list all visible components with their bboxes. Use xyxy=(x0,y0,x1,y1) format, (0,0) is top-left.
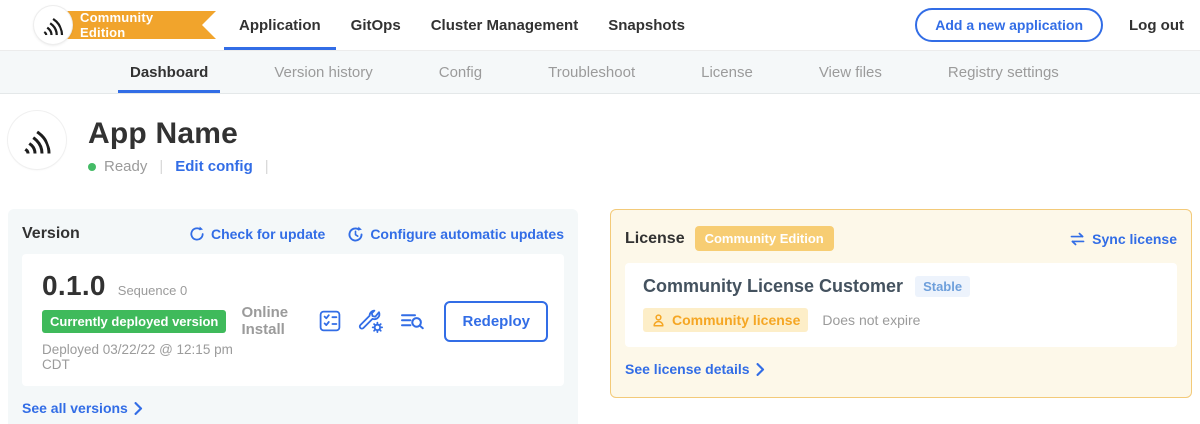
version-card-title: Version xyxy=(22,225,80,243)
app-status-row: Ready | Edit config | xyxy=(88,158,281,175)
check-for-update-label: Check for update xyxy=(211,226,325,242)
top-nav-links: Application GitOps Cluster Management Sn… xyxy=(224,0,700,50)
see-all-versions-label: See all versions xyxy=(22,400,128,416)
preflight-checks-icon[interactable] xyxy=(317,308,343,334)
ready-status-dot-icon xyxy=(88,163,96,171)
check-for-update-link[interactable]: Check for update xyxy=(189,226,325,242)
currently-deployed-badge: Currently deployed version xyxy=(42,310,226,333)
refresh-icon xyxy=(189,226,205,242)
dashboard-cards: Version Check for update xyxy=(8,209,1192,424)
tab-view-files[interactable]: View files xyxy=(807,51,894,93)
divider: | xyxy=(265,158,269,175)
see-all-versions-link[interactable]: See all versions xyxy=(22,400,143,416)
sequence-label: Sequence 0 xyxy=(118,283,187,298)
app-avatar xyxy=(8,111,66,169)
license-card-title: License xyxy=(625,230,685,248)
app-name-title: App Name xyxy=(88,117,281,151)
install-type-label: Online Install xyxy=(241,304,300,338)
license-card: License Community Edition Sync license xyxy=(610,209,1192,398)
sync-arrows-icon xyxy=(1069,232,1086,246)
redeploy-button[interactable]: Redeploy xyxy=(444,301,548,342)
current-version-box: 0.1.0 Sequence 0 Currently deployed vers… xyxy=(22,254,564,386)
deployed-timestamp: Deployed 03/22/22 @ 12:15 pm CDT xyxy=(42,342,241,372)
version-actions: Online Install xyxy=(241,301,548,342)
edit-config-link[interactable]: Edit config xyxy=(175,158,253,175)
top-nav: Community Edition Application GitOps Clu… xyxy=(0,0,1200,50)
top-nav-item-snapshots[interactable]: Snapshots xyxy=(593,0,700,50)
top-nav-right: Add a new application Log out xyxy=(915,8,1200,42)
add-new-application-button[interactable]: Add a new application xyxy=(915,8,1103,42)
app-sub-nav: Dashboard Version history Config Trouble… xyxy=(0,50,1200,94)
sync-license-label: Sync license xyxy=(1092,231,1177,247)
dashboard-main: App Name Ready | Edit config | Version xyxy=(0,94,1200,424)
version-card-header: Version Check for update xyxy=(22,225,564,243)
person-icon xyxy=(651,313,666,328)
see-license-details-link[interactable]: See license details xyxy=(625,361,765,377)
app-title-block: App Name Ready | Edit config | xyxy=(88,111,281,175)
top-nav-item-gitops[interactable]: GitOps xyxy=(336,0,416,50)
divider: | xyxy=(159,158,163,175)
brand: Community Edition xyxy=(0,0,216,50)
log-out-link[interactable]: Log out xyxy=(1129,17,1184,34)
app-header: App Name Ready | Edit config | xyxy=(8,111,1192,175)
view-logs-magnifier-icon[interactable] xyxy=(399,308,425,334)
tab-license[interactable]: License xyxy=(689,51,765,93)
customer-name: Community License Customer xyxy=(643,276,903,297)
configure-automatic-updates-label: Configure automatic updates xyxy=(370,226,564,242)
app-status-label: Ready xyxy=(104,158,147,175)
clock-refresh-icon xyxy=(347,226,364,243)
community-license-badge: Community license xyxy=(643,308,808,332)
license-card-actions: Sync license xyxy=(1069,231,1177,247)
tab-dashboard[interactable]: Dashboard xyxy=(118,51,220,93)
ribbon-label: Community Edition xyxy=(80,10,188,40)
license-expiry-label: Does not expire xyxy=(822,312,920,328)
tab-config[interactable]: Config xyxy=(427,51,494,93)
version-card: Version Check for update xyxy=(8,209,578,424)
sync-license-link[interactable]: Sync license xyxy=(1069,231,1177,247)
tab-version-history[interactable]: Version history xyxy=(262,51,384,93)
brand-logo-circle xyxy=(34,6,72,44)
replicated-app-icon xyxy=(21,124,53,156)
top-nav-item-cluster-management[interactable]: Cluster Management xyxy=(416,0,594,50)
top-nav-item-application[interactable]: Application xyxy=(224,0,336,50)
community-edition-ribbon: Community Edition xyxy=(52,11,216,39)
replicated-logo-icon xyxy=(41,13,65,37)
license-card-header: License Community Edition Sync license xyxy=(625,226,1177,251)
wrench-gear-config-icon[interactable] xyxy=(358,308,384,334)
community-license-label: Community license xyxy=(672,312,800,328)
tab-troubleshoot[interactable]: Troubleshoot xyxy=(536,51,647,93)
community-edition-badge: Community Edition xyxy=(695,226,834,251)
version-card-actions: Check for update Configure automatic upd… xyxy=(189,226,564,243)
tab-registry-settings[interactable]: Registry settings xyxy=(936,51,1071,93)
see-license-details-label: See license details xyxy=(625,361,750,377)
chevron-right-icon xyxy=(134,402,143,415)
chevron-right-icon xyxy=(756,363,765,376)
version-details: 0.1.0 Sequence 0 Currently deployed vers… xyxy=(42,270,241,372)
version-number: 0.1.0 xyxy=(42,270,106,302)
configure-automatic-updates-link[interactable]: Configure automatic updates xyxy=(347,226,564,243)
license-details-box: Community License Customer Stable Commun… xyxy=(625,263,1177,347)
channel-stable-badge: Stable xyxy=(915,276,970,297)
